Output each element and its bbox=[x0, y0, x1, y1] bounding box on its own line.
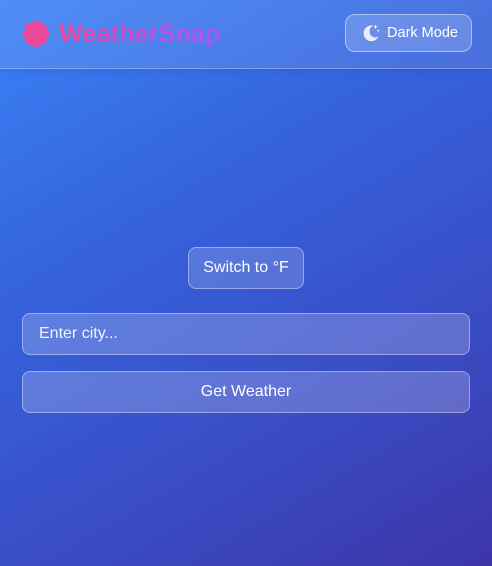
moon-stars-icon bbox=[359, 22, 381, 44]
app-title: WeatherSnap bbox=[59, 19, 221, 48]
dark-mode-label: Dark Mode bbox=[387, 25, 458, 41]
sun-flower-icon bbox=[22, 20, 50, 48]
unit-toggle-button[interactable]: Switch to °F bbox=[188, 247, 304, 289]
brand: WeatherSnap bbox=[22, 19, 221, 49]
city-search-input[interactable] bbox=[22, 313, 470, 355]
get-weather-button[interactable]: Get Weather bbox=[22, 371, 470, 413]
dark-mode-button[interactable]: Dark Mode bbox=[345, 14, 472, 52]
app-header: WeatherSnap Dark Mode bbox=[0, 0, 492, 69]
